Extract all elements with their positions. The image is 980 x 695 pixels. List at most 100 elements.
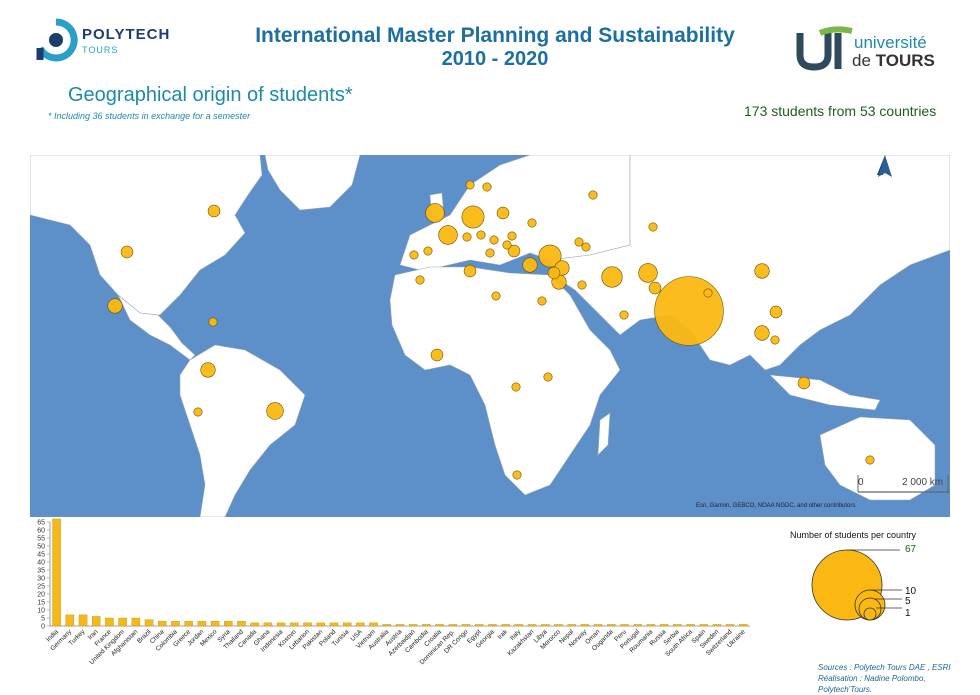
bar-irak — [501, 624, 510, 627]
bar-vietnam — [369, 622, 378, 627]
symbol-canada — [207, 204, 221, 218]
symbol-ghana — [430, 348, 444, 362]
bar-kazakhstan — [527, 624, 537, 627]
sources-line1: Sources : Polytech Tours DAE , ESRI — [818, 663, 951, 672]
symbol-peru — [193, 407, 203, 417]
bar-ouganda — [607, 624, 616, 627]
scale-zero: 0 — [858, 477, 864, 488]
bar-united-kingdom — [118, 617, 127, 627]
symbol-georgia — [574, 237, 584, 247]
legend-value-5: 5 — [905, 596, 911, 607]
symbol-irak — [577, 280, 587, 290]
bar-peru — [620, 624, 629, 627]
y-tick-label: 65 — [37, 520, 45, 527]
legend-value-1: 1 — [905, 608, 911, 619]
symbol-indonesia — [797, 376, 811, 390]
bar-syria — [224, 621, 233, 627]
bar-ghana — [263, 622, 273, 627]
bar-serbia — [673, 624, 682, 627]
y-tick-label: 10 — [37, 608, 45, 615]
bar-portugal — [633, 624, 642, 627]
chart-bars — [52, 518, 748, 627]
chart-labels: IndiaGermanyTurkey IranFranceUnited Kingd… — [45, 628, 747, 666]
symbol-russia — [588, 190, 598, 200]
bar-cambodia — [422, 624, 431, 627]
symbol-libya — [491, 291, 501, 301]
legend-value-67: 67 — [905, 544, 917, 555]
bar-dr-congo — [461, 624, 471, 627]
y-tick-label: 35 — [37, 568, 45, 575]
symbol-legend: Number of students per country 67 10 5 1 — [790, 530, 917, 621]
y-tick-label: 15 — [37, 600, 45, 607]
bar-iran — [91, 616, 101, 627]
bar-china — [158, 621, 167, 627]
page-title-years: 2010 - 2020 — [441, 48, 549, 70]
symbol-cambodia — [770, 335, 780, 345]
symbol-ouganda — [543, 372, 553, 382]
symbol-lebanon — [547, 266, 561, 280]
x-tick-label: Irak — [496, 628, 509, 641]
bar-lebanon — [303, 622, 312, 627]
polytech-logo: POLYTECH TOURS — [34, 16, 174, 66]
legend-title: Number of students per country — [790, 530, 917, 540]
symbol-france — [438, 225, 458, 245]
y-tick-label: 55 — [37, 536, 45, 543]
students-bar-chart: 05101520253035404550556065 IndiaGermanyT… — [37, 518, 750, 666]
bar-afghanistan — [131, 617, 141, 627]
universite-logo-line1: université — [854, 33, 927, 52]
bar-norway — [580, 624, 590, 627]
bar-india — [52, 518, 61, 627]
bar-pakistan — [316, 622, 325, 627]
bar-austria — [395, 624, 405, 627]
bar-brazil — [144, 619, 154, 627]
bar-ukraine — [739, 624, 748, 627]
sources-line2: Réalisation : Nadine Polombo, Polytech'T… — [818, 674, 926, 694]
footnote: * Including 36 students in exchange for … — [48, 111, 251, 121]
universite-logo-line2: de TOURS — [852, 51, 935, 70]
bar-mexico — [210, 621, 220, 627]
y-tick-label: 40 — [37, 560, 45, 567]
bar-colombia — [171, 621, 180, 627]
bar-dominican-rep- — [448, 624, 458, 627]
legend-circle-1 — [863, 607, 877, 621]
bar-italy — [514, 624, 524, 627]
bar-switzerland — [725, 624, 735, 627]
symbol-kazakhstan — [648, 222, 658, 232]
symbol-dr-congo — [511, 382, 521, 392]
symbol-vietnam — [769, 305, 783, 319]
map-subtitle: Geographical origin of students* — [68, 84, 353, 106]
map-attribution: Esri, Garmin, GEBCO, NOAA NGDC, and othe… — [696, 503, 855, 509]
sources: Sources : Polytech Tours DAE , ESRI Réal… — [818, 662, 980, 695]
bar-kosovo — [290, 622, 299, 627]
bar-poland — [329, 622, 339, 627]
y-tick-label: 60 — [37, 528, 45, 535]
symbol-dominican-rep- — [208, 317, 218, 327]
symbol-sweden — [482, 182, 492, 192]
symbol-serbia — [502, 240, 512, 250]
polytech-logo-sub: TOURS — [82, 45, 119, 55]
y-tick-label: 30 — [37, 576, 45, 583]
symbol-usa — [120, 245, 134, 259]
bar-germany — [65, 614, 75, 627]
bar-russia — [659, 624, 669, 627]
symbol-nepal — [703, 288, 713, 298]
symbol-greece — [522, 257, 538, 273]
bar-spain — [699, 624, 709, 627]
symbol-azerbaidjan — [581, 242, 591, 252]
symbol-oman — [619, 310, 629, 320]
symbol-australia — [865, 455, 875, 465]
bar-tunisia — [342, 622, 352, 627]
symbol-united-kingdom — [425, 203, 445, 223]
symbol-spain — [423, 246, 433, 256]
bar-georgia — [488, 624, 497, 627]
symbol-italy — [485, 248, 495, 258]
world-map: N 0 2 000 km Esri, Garmin, GEBCO, NOAA N… — [30, 155, 950, 517]
symbol-germany — [461, 205, 485, 229]
symbol-brazil — [266, 402, 284, 420]
symbol-tunisia — [463, 264, 477, 278]
bar-morocco — [554, 624, 563, 627]
symbol-thailand — [754, 325, 770, 341]
bar-usa — [356, 622, 365, 627]
bar-canada — [250, 622, 259, 627]
symbol-iran — [601, 266, 623, 288]
